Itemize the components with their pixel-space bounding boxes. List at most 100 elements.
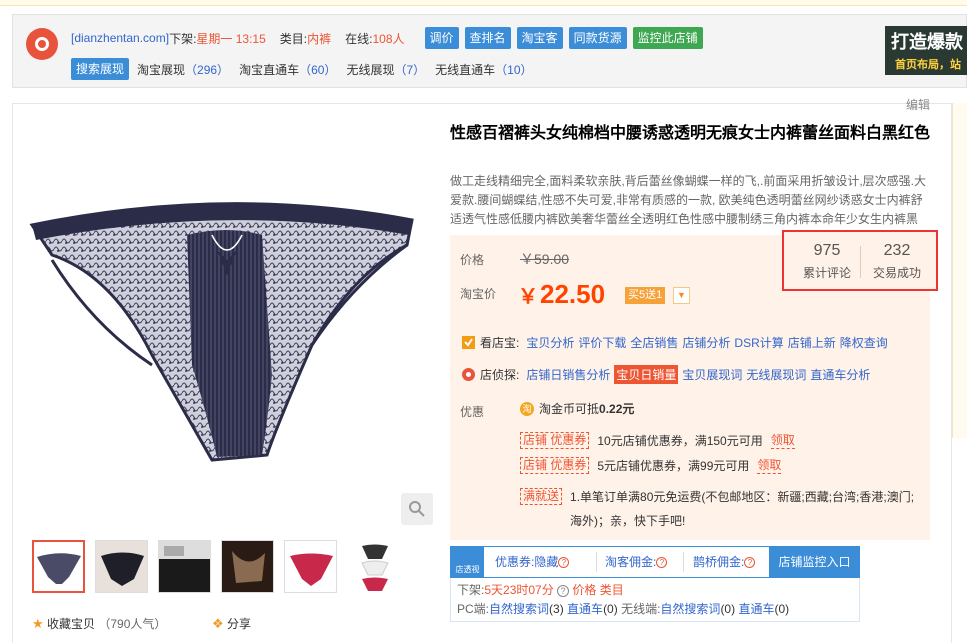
reviews-stat[interactable]: 975 累计评论: [794, 242, 860, 281]
tab-taobao-ztc[interactable]: 淘宝直通车（60）: [239, 61, 336, 78]
mjs-tag: 满就送: [520, 488, 563, 505]
get-coupon-link[interactable]: 领取: [770, 431, 795, 449]
category-value: 内裤: [307, 31, 332, 46]
zoom-button[interactable]: [401, 493, 433, 525]
listed-label: 下架:: [169, 31, 197, 46]
thumbnail-strip: [32, 540, 410, 593]
dianzhentan-logo-icon[interactable]: [26, 28, 58, 60]
coupon-hidden-cell[interactable]: 优惠券:隐藏?: [495, 547, 570, 577]
category-link[interactable]: 类目: [600, 583, 624, 597]
top-strip: [0, 0, 967, 6]
tool-link-daily-shop-sales[interactable]: 店铺日销售分析: [526, 366, 610, 383]
share-item[interactable]: ❖ 分享: [212, 615, 251, 632]
product-title: 性感百褶裤头女纯棉档中腰诱惑透明无痕女士内裤蕾丝面料白黑红色: [450, 125, 931, 142]
price-link[interactable]: 价格: [572, 583, 596, 597]
queqiao-commission-cell[interactable]: 鹊桥佣金:?: [693, 547, 756, 577]
dianzhentan-icon: [462, 368, 475, 381]
analysis-tools: 看店宝: 宝贝分析 评价下载 全店销售 店铺分析 DSR计算 店铺上新 降权查询…: [450, 325, 930, 390]
delist-countdown: 5天23时07分: [484, 583, 554, 597]
price-label: 价格: [460, 253, 485, 267]
tool-link-demotion[interactable]: 降权查询: [840, 334, 888, 351]
tool-link-review-download[interactable]: 评价下载: [578, 334, 626, 351]
share-label: 分享: [227, 617, 252, 631]
tool-link-ztc-analysis[interactable]: 直通车分析: [810, 366, 870, 383]
check-rank-button[interactable]: 查排名: [464, 27, 511, 49]
coupon-row: 店铺 优惠券 10元店铺优惠券，满150元可用 领取: [520, 431, 795, 449]
delist-row: 下架:5天23时07分 ? 价格 类目: [457, 583, 624, 597]
collect-item[interactable]: ★ 收藏宝贝 （790人气）: [32, 615, 166, 632]
tool-link-item-analysis[interactable]: 宝贝分析: [526, 334, 574, 351]
coupon-row: 店铺 优惠券 5元店铺优惠券，满99元可用 领取: [520, 456, 782, 474]
original-price: ￥59.00: [520, 251, 570, 267]
online-label: 在线:: [345, 31, 373, 46]
get-coupon-link[interactable]: 领取: [757, 456, 782, 474]
dtoushi-monitor-bar: 店透视 优惠券:隐藏? 淘客佣金:? 鹊桥佣金:? 店铺监控入口: [450, 546, 860, 578]
taoke-commission-cell[interactable]: 淘客佣金:?: [605, 547, 668, 577]
magnifier-icon: [409, 501, 425, 517]
online-value: 108人: [372, 31, 405, 46]
taobaoke-button[interactable]: 淘宝客: [516, 27, 563, 49]
keyword-row: PC端:自然搜索词(3) 直通车(0) 无线端:自然搜索词(0) 直通车(0): [457, 602, 790, 616]
product-subtitle: 做工走线精细完全,面料柔软亲肤,背后蕾丝像蝴蝶一样的飞,.前面采用折皱设计,层次…: [450, 174, 927, 226]
tab-search-display[interactable]: 搜索展现: [71, 58, 130, 80]
plugin-tabs: 搜索展现 淘宝展现（296） 淘宝直通车（60） 无线展现（7） 无线直通车（1…: [71, 58, 543, 80]
tool-link-daily-item-sales[interactable]: 宝贝日销量: [614, 365, 679, 384]
shop-monitor-entry-button[interactable]: 店铺监控入口: [769, 547, 860, 577]
thumbnail-5[interactable]: [284, 540, 337, 593]
thumbnail-1[interactable]: [32, 540, 85, 593]
product-main-image[interactable]: [22, 125, 432, 535]
wireless-ztc-link[interactable]: 直通车: [738, 602, 774, 616]
plugin-toolbar: [dianzhentan.com] 下架: 星期一 13:15 类目: 内裤 在…: [12, 14, 967, 88]
tool-link-shop-analysis[interactable]: 店铺分析: [682, 334, 730, 351]
sales-stat: 232 交易成功: [872, 242, 921, 280]
sale-price: ￥22.50: [518, 279, 606, 309]
domain-link[interactable]: [dianzhentan.com]: [71, 31, 169, 45]
coupon-tag: 店铺 优惠券: [520, 456, 590, 474]
coin-deduction: 淘 淘金币可抵 0.22元: [520, 400, 634, 417]
wireless-search-link[interactable]: 自然搜索词: [660, 602, 720, 616]
listed-value: 星期一 13:15: [196, 31, 266, 46]
plugin-info-row: [dianzhentan.com] 下架: 星期一 13:15 类目: 内裤 在…: [71, 27, 703, 49]
coupon-text: 10元店铺优惠券，满150元可用: [597, 433, 763, 448]
thumbnail-6[interactable]: [347, 540, 400, 593]
help-icon[interactable]: ?: [557, 584, 570, 597]
same-source-button[interactable]: 同款货源: [568, 27, 627, 49]
lock-icon: ?: [558, 557, 570, 569]
chevron-down-icon[interactable]: ▼: [673, 287, 690, 304]
dianzhentan-row: 店侦探: 店铺日销售分析 宝贝日销量 宝贝展现词 无线展现词 直通车分析: [462, 365, 870, 384]
free-gift-row: 满就送 1.单笔订单满80元免运费(不包邮地区：新疆;西藏;台湾;香港;澳门;海…: [520, 485, 920, 533]
adjust-price-button[interactable]: 调价: [424, 27, 459, 49]
taobao-coin-icon: 淘: [520, 401, 534, 416]
monitor-shop-button[interactable]: 监控此店铺: [632, 27, 703, 49]
benefits-box: 优惠 淘 淘金币可抵 0.22元 店铺 优惠券 10元店铺优惠券，满150元可用 …: [450, 390, 930, 540]
star-icon: ★: [32, 616, 44, 631]
tab-wireless-display[interactable]: 无线展现（7）: [346, 61, 425, 78]
collect-label: 收藏宝贝: [47, 617, 96, 631]
lock-icon: ?: [656, 557, 668, 569]
right-strip: [952, 103, 967, 438]
tool-link-shop-sales[interactable]: 全店销售: [630, 334, 678, 351]
dtoushi-info: 下架:5天23时07分 ? 价格 类目 PC端:自然搜索词(3) 直通车(0) …: [450, 578, 860, 622]
tool-link-item-keywords[interactable]: 宝贝展现词: [682, 366, 742, 383]
tab-wireless-ztc[interactable]: 无线直通车（10）: [435, 61, 532, 78]
thumbnail-4[interactable]: [221, 540, 274, 593]
mjs-text: 1.单笔订单满80元免运费(不包邮地区：新疆;西藏;台湾;香港;澳门;海外)；亲…: [570, 490, 915, 528]
thumbnail-3[interactable]: [158, 540, 211, 593]
taobao-price-label: 淘宝价: [460, 287, 497, 301]
promo-tag[interactable]: 买5送1: [625, 287, 666, 304]
tool-link-dsr[interactable]: DSR计算: [734, 334, 783, 351]
coupon-tag: 店铺 优惠券: [520, 431, 590, 449]
collect-count: （790人气）: [98, 617, 167, 631]
pc-search-link[interactable]: 自然搜索词: [489, 602, 549, 616]
coupon-text: 5元店铺优惠券，满99元可用: [597, 458, 750, 473]
benefits-label: 优惠: [460, 405, 485, 419]
tool-link-wireless-keywords[interactable]: 无线展现词: [746, 366, 806, 383]
kandianbao-row: 看店宝: 宝贝分析 评价下载 全店销售 店铺分析 DSR计算 店铺上新 降权查询: [462, 334, 888, 351]
ad-banner[interactable]: 打造爆款 首页布局，站: [885, 26, 967, 75]
lock-icon: ?: [744, 557, 756, 569]
tab-taobao-display[interactable]: 淘宝展现（296）: [137, 61, 229, 78]
tool-link-new-items[interactable]: 店铺上新: [788, 334, 836, 351]
edit-link[interactable]: 编辑: [906, 96, 930, 113]
pc-ztc-link[interactable]: 直通车: [567, 602, 603, 616]
thumbnail-2[interactable]: [95, 540, 148, 593]
